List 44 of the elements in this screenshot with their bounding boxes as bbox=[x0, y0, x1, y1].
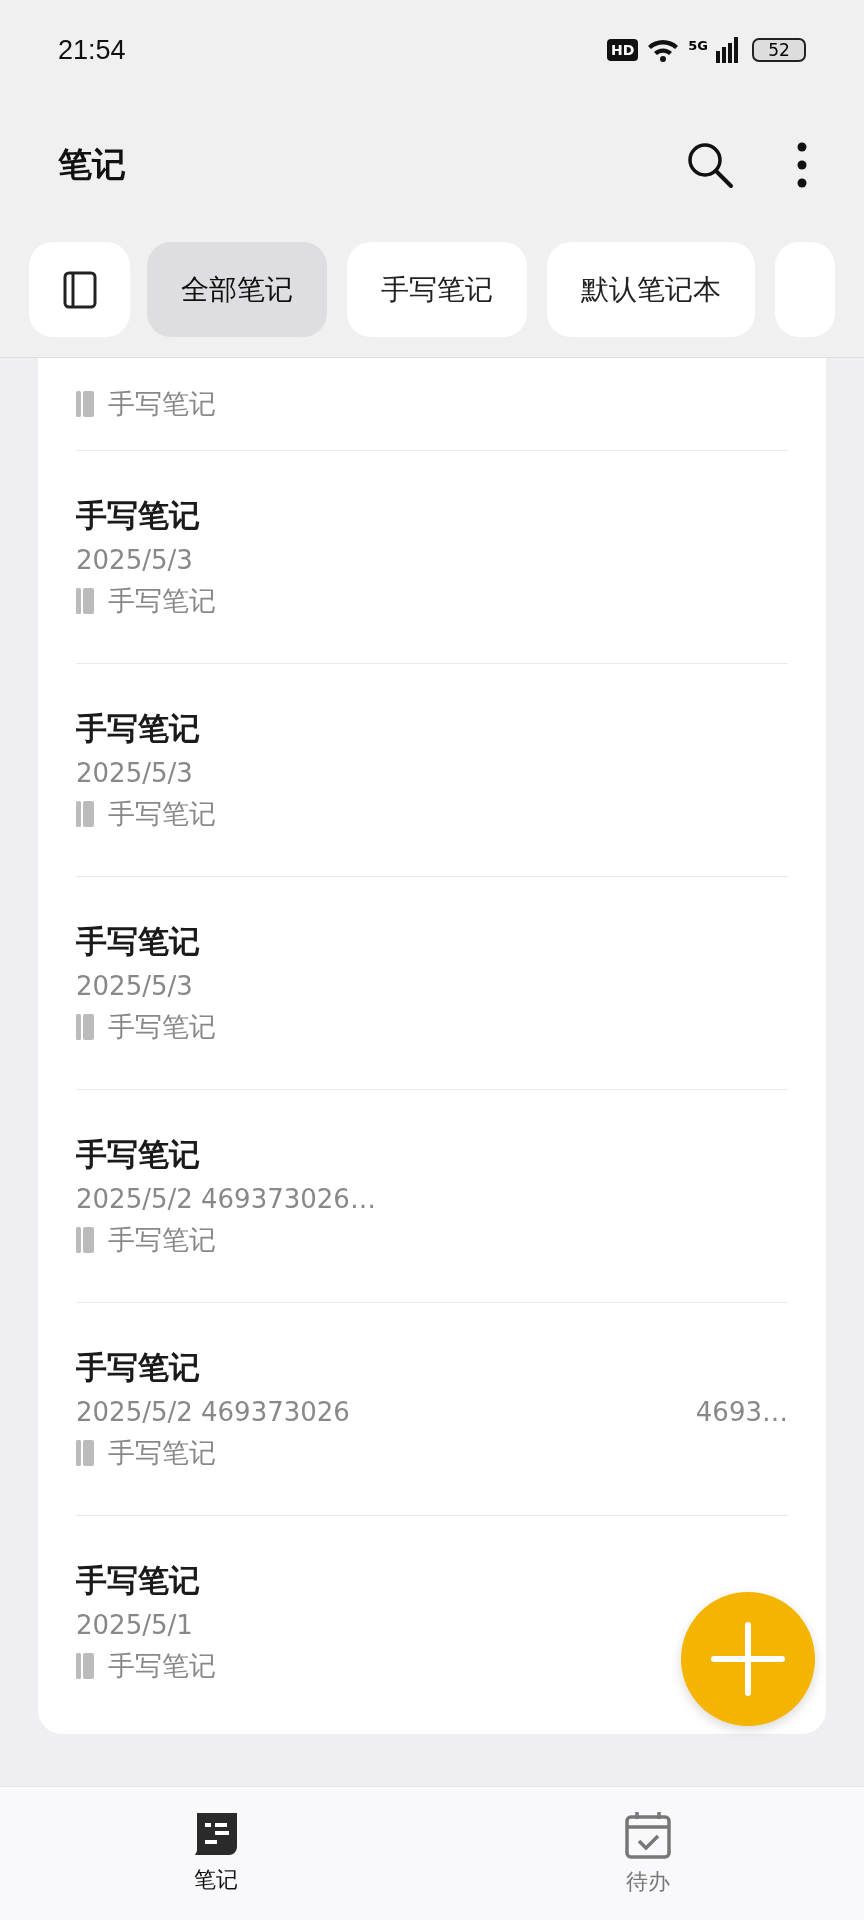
note-date: 2025/5/3 bbox=[76, 971, 193, 1001]
notebook-icon bbox=[76, 391, 94, 417]
sidebar-toggle-button[interactable] bbox=[29, 242, 130, 337]
filter-chip[interactable]: 默认笔记本 bbox=[547, 242, 755, 337]
network-label: 5G bbox=[688, 38, 708, 53]
notebook-name: 手写笔记 bbox=[108, 387, 216, 421]
notebook-name: 手写笔记 bbox=[108, 1010, 216, 1044]
note-title[interactable]: 手写笔记 bbox=[76, 921, 788, 963]
nav-tab[interactable]: 待办 bbox=[432, 1787, 864, 1920]
note-title[interactable]: 手写笔记 bbox=[76, 1560, 788, 1602]
notebook-icon bbox=[76, 801, 94, 827]
note-date: 2025/5/3 bbox=[76, 545, 193, 575]
notebook-icon bbox=[76, 1653, 94, 1679]
plus-icon bbox=[710, 1621, 786, 1697]
status-time: 21:54 bbox=[58, 34, 126, 66]
note-title[interactable]: 手写笔记 bbox=[76, 1134, 788, 1176]
note-date: 2025/5/2 469373026 bbox=[76, 1397, 350, 1427]
sidebar-icon bbox=[61, 269, 98, 310]
page-title: 笔记 bbox=[58, 143, 126, 186]
notebook-icon bbox=[76, 1014, 94, 1040]
notebook-name: 手写笔记 bbox=[108, 584, 216, 618]
note-icon bbox=[193, 1811, 239, 1857]
nav-tab[interactable]: 笔记 bbox=[0, 1787, 432, 1920]
note-title[interactable]: 手写笔记 bbox=[76, 708, 788, 750]
filter-chip[interactable]: 全部笔记 bbox=[147, 242, 327, 337]
battery-indicator: 52 bbox=[752, 38, 806, 62]
note-title[interactable]: 手写笔记 bbox=[76, 495, 788, 537]
note-title[interactable]: 手写笔记 bbox=[76, 1347, 788, 1389]
filter-chip[interactable]: 手写笔记 bbox=[347, 242, 527, 337]
notebook-name: 手写笔记 bbox=[108, 1436, 216, 1470]
notebook-icon bbox=[76, 1227, 94, 1253]
note-date: 2025/5/3 bbox=[76, 758, 193, 788]
hd-badge: HD bbox=[606, 39, 639, 61]
more-icon[interactable] bbox=[796, 142, 808, 188]
notebook-name: 手写笔记 bbox=[108, 1223, 216, 1257]
notebook-icon bbox=[76, 588, 94, 614]
notebook-icon bbox=[76, 1440, 94, 1466]
note-date: 2025/5/1 bbox=[76, 1610, 193, 1640]
signal-icon bbox=[716, 37, 738, 63]
note-date: 2025/5/2 469373026… bbox=[76, 1184, 376, 1214]
notebook-name: 手写笔记 bbox=[108, 797, 216, 831]
note-preview: 4693… bbox=[695, 1397, 788, 1427]
notebook-name: 手写笔记 bbox=[108, 1649, 216, 1683]
calendar-check-icon bbox=[624, 1811, 672, 1859]
